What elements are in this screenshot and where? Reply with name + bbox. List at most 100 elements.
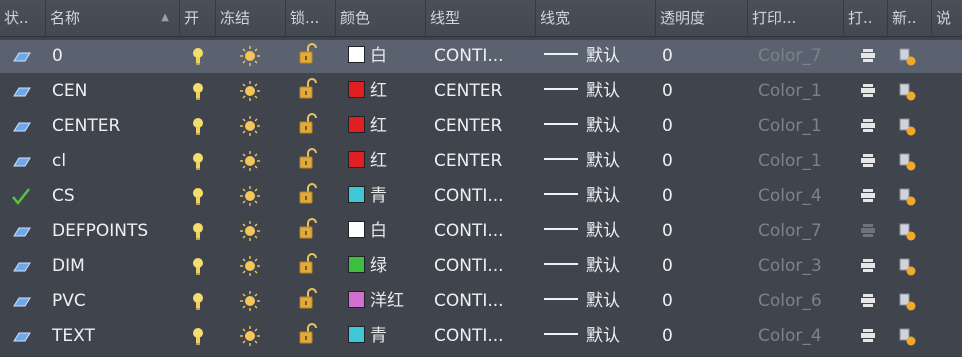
lightbulb-icon[interactable] <box>190 110 206 147</box>
header-color[interactable]: 颜色 <box>336 0 426 36</box>
header-plot[interactable]: 打.. <box>844 0 888 36</box>
lightbulb-icon[interactable] <box>190 320 206 357</box>
printer-icon[interactable] <box>860 215 876 252</box>
lightbulb-icon[interactable] <box>190 145 206 182</box>
layer-lineweight[interactable]: 默认 <box>544 110 654 143</box>
layer-color[interactable]: 白 <box>348 40 428 73</box>
layer-row[interactable]: CENTER 红 CENTER 默认 0 Color_1 <box>0 110 962 143</box>
layer-transparency[interactable]: 0 <box>662 215 742 248</box>
lightbulb-icon[interactable] <box>190 285 206 322</box>
new-viewport-freeze-icon[interactable] <box>898 145 918 182</box>
layer-icon[interactable] <box>10 285 32 322</box>
layer-plotstyle[interactable]: Color_4 <box>758 320 842 353</box>
layer-row[interactable]: CEN 红 CENTER 默认 0 Color_1 <box>0 75 962 108</box>
new-viewport-freeze-icon[interactable] <box>898 320 918 357</box>
layer-linetype[interactable]: CENTER <box>434 75 534 108</box>
layer-transparency[interactable]: 0 <box>662 110 742 143</box>
unlock-icon[interactable] <box>296 320 320 357</box>
layer-linetype[interactable]: CENTER <box>434 110 534 143</box>
lightbulb-icon[interactable] <box>190 75 206 112</box>
layer-lineweight[interactable]: 默认 <box>544 215 654 248</box>
layer-name[interactable]: DIM <box>52 250 178 283</box>
current-check-icon[interactable] <box>10 180 32 217</box>
layer-transparency[interactable]: 0 <box>662 40 742 73</box>
layer-plotstyle[interactable]: Color_6 <box>758 285 842 318</box>
layer-icon[interactable] <box>10 75 32 112</box>
lightbulb-icon[interactable] <box>190 215 206 252</box>
printer-icon[interactable] <box>860 40 876 77</box>
layer-plotstyle[interactable]: Color_3 <box>758 250 842 283</box>
unlock-icon[interactable] <box>296 250 320 287</box>
layer-name[interactable]: cl <box>52 145 178 178</box>
lightbulb-icon[interactable] <box>190 40 206 77</box>
layer-linetype[interactable]: CONTI... <box>434 215 534 248</box>
layer-name[interactable]: PVC <box>52 285 178 318</box>
layer-linetype[interactable]: CENTER <box>434 145 534 178</box>
header-new-vp-freeze[interactable]: 新.. <box>888 0 932 36</box>
printer-icon[interactable] <box>860 145 876 182</box>
layer-name[interactable]: CENTER <box>52 110 178 143</box>
header-name[interactable]: 名称 ▲ <box>46 0 180 36</box>
header-on[interactable]: 开 <box>180 0 216 36</box>
layer-row[interactable]: 0 白 CONTI... 默认 0 Color_7 <box>0 40 962 73</box>
unlock-icon[interactable] <box>296 40 320 77</box>
sun-icon[interactable] <box>238 320 262 357</box>
layer-linetype[interactable]: CONTI... <box>434 285 534 318</box>
layer-name[interactable]: 0 <box>52 40 178 73</box>
layer-color[interactable]: 洋红 <box>348 285 428 318</box>
layer-color[interactable]: 青 <box>348 180 428 213</box>
unlock-icon[interactable] <box>296 180 320 217</box>
new-viewport-freeze-icon[interactable] <box>898 285 918 322</box>
layer-lineweight[interactable]: 默认 <box>544 180 654 213</box>
header-description[interactable]: 说 <box>932 0 962 36</box>
layer-transparency[interactable]: 0 <box>662 285 742 318</box>
sun-icon[interactable] <box>238 215 262 252</box>
layer-lineweight[interactable]: 默认 <box>544 250 654 283</box>
layer-lineweight[interactable]: 默认 <box>544 145 654 178</box>
layer-transparency[interactable]: 0 <box>662 145 742 178</box>
printer-icon[interactable] <box>860 180 876 217</box>
header-lineweight[interactable]: 线宽 <box>536 0 656 36</box>
header-freeze[interactable]: 冻结 <box>216 0 286 36</box>
unlock-icon[interactable] <box>296 75 320 112</box>
layer-transparency[interactable]: 0 <box>662 75 742 108</box>
header-linetype[interactable]: 线型 <box>426 0 536 36</box>
sun-icon[interactable] <box>238 285 262 322</box>
lightbulb-icon[interactable] <box>190 180 206 217</box>
new-viewport-freeze-icon[interactable] <box>898 215 918 252</box>
printer-icon[interactable] <box>860 110 876 147</box>
printer-icon[interactable] <box>860 320 876 357</box>
printer-icon[interactable] <box>860 285 876 322</box>
layer-lineweight[interactable]: 默认 <box>544 285 654 318</box>
layer-lineweight[interactable]: 默认 <box>544 75 654 108</box>
layer-linetype[interactable]: CONTI... <box>434 180 534 213</box>
unlock-icon[interactable] <box>296 215 320 252</box>
sun-icon[interactable] <box>238 180 262 217</box>
layer-icon[interactable] <box>10 145 32 182</box>
new-viewport-freeze-icon[interactable] <box>898 110 918 147</box>
lightbulb-icon[interactable] <box>190 250 206 287</box>
sun-icon[interactable] <box>238 250 262 287</box>
layer-name[interactable]: CEN <box>52 75 178 108</box>
new-viewport-freeze-icon[interactable] <box>898 75 918 112</box>
layer-plotstyle[interactable]: Color_4 <box>758 180 842 213</box>
layer-color[interactable]: 红 <box>348 75 428 108</box>
layer-plotstyle[interactable]: Color_1 <box>758 75 842 108</box>
layer-row[interactable]: TEXT 青 CONTI... 默认 0 Color_4 <box>0 320 962 353</box>
layer-plotstyle[interactable]: Color_1 <box>758 110 842 143</box>
layer-transparency[interactable]: 0 <box>662 180 742 213</box>
header-lock[interactable]: 锁... <box>286 0 336 36</box>
new-viewport-freeze-icon[interactable] <box>898 250 918 287</box>
layer-color[interactable]: 白 <box>348 215 428 248</box>
layer-lineweight[interactable]: 默认 <box>544 320 654 353</box>
sun-icon[interactable] <box>238 145 262 182</box>
layer-name[interactable]: CS <box>52 180 178 213</box>
unlock-icon[interactable] <box>296 110 320 147</box>
layer-linetype[interactable]: CONTI... <box>434 320 534 353</box>
layer-row[interactable]: PVC 洋红 CONTI... 默认 0 Color_6 <box>0 285 962 318</box>
layer-row[interactable]: DEFPOINTS 白 CONTI... 默认 0 Color_7 <box>0 215 962 248</box>
layer-name[interactable]: TEXT <box>52 320 178 353</box>
new-viewport-freeze-icon[interactable] <box>898 180 918 217</box>
layer-color[interactable]: 红 <box>348 145 428 178</box>
layer-row[interactable]: DIM 绿 CONTI... 默认 0 Color_3 <box>0 250 962 283</box>
